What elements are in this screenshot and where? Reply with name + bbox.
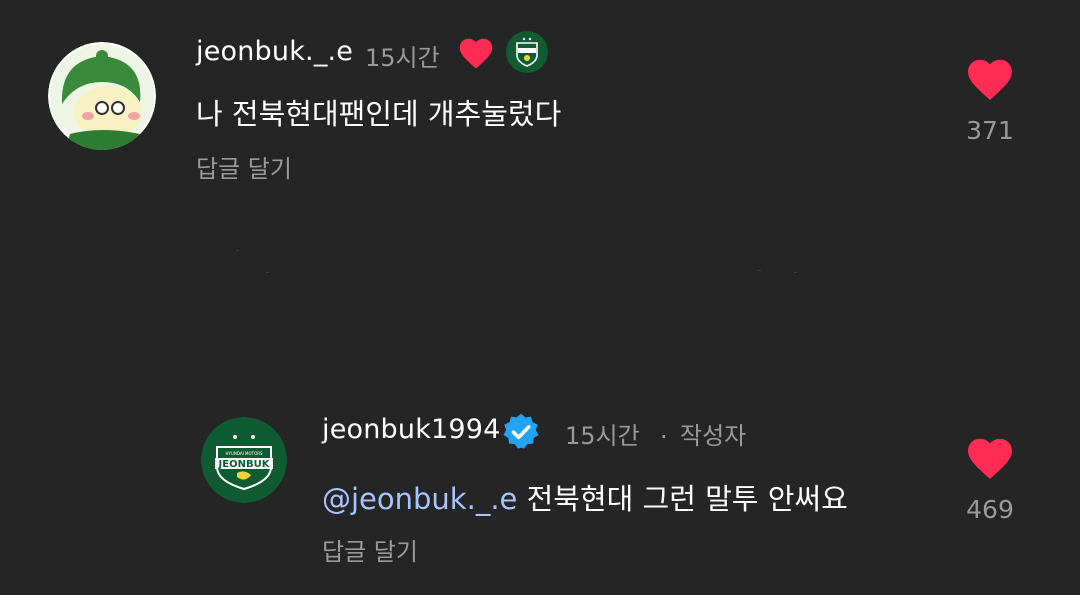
jeonbuk-crest-icon xyxy=(506,31,548,73)
crest-text: JEONBUK xyxy=(218,459,271,470)
comment-username[interactable]: jeonbuk._.e xyxy=(196,36,353,67)
avatar[interactable] xyxy=(48,42,156,150)
verified-badge-icon xyxy=(503,413,539,449)
reply-timestamp: 15시간 xyxy=(565,422,640,450)
reply-text: @jeonbuk._.e 전북현대 그런 말투 안써요 xyxy=(322,476,848,518)
avatar[interactable]: JEONBUK HYUNDAI MOTORS xyxy=(201,417,287,503)
separator: . xyxy=(660,416,668,444)
like-button[interactable] xyxy=(964,435,1016,481)
like-button[interactable] xyxy=(964,56,1016,102)
comment-text: 나 전북현대팬인데 개추눌렀다 xyxy=(196,97,562,131)
mention-link[interactable]: @jeonbuk._.e xyxy=(322,482,517,516)
reply-body: 전북현대 그런 말투 안써요 xyxy=(517,482,848,516)
crest-subtext: HYUNDAI MOTORS xyxy=(225,451,263,456)
heart-icon xyxy=(968,438,1012,479)
comments-screen: jeonbuk._.e 15시간 나 전북현대팬인데 개추눌렀다 답글 달기 3… xyxy=(0,0,1080,595)
author-label: 작성자 xyxy=(680,422,747,450)
heart-icon xyxy=(459,38,493,69)
heart-icon xyxy=(968,59,1012,100)
comment-timestamp: 15시간 xyxy=(365,44,440,72)
like-count: 371 xyxy=(966,116,1014,145)
reply-button[interactable]: 답글 달기 xyxy=(196,149,292,184)
reply-button[interactable]: 답글 달기 xyxy=(322,532,418,567)
like-count: 469 xyxy=(966,495,1014,524)
reply-username[interactable]: jeonbuk1994 xyxy=(322,414,501,445)
